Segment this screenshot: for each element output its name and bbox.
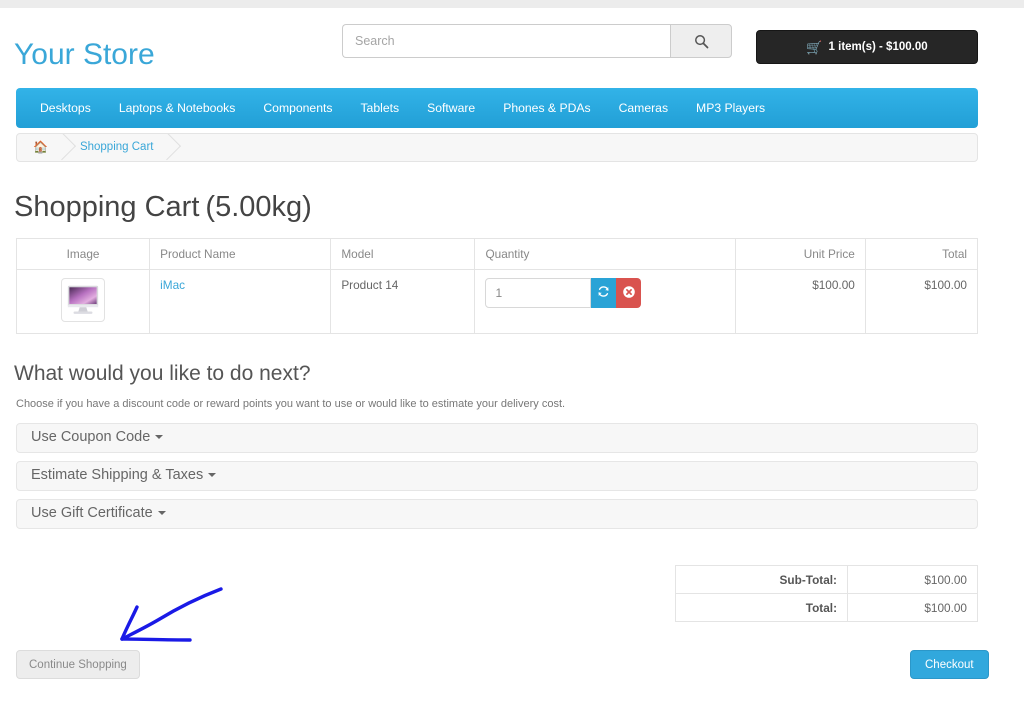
- cart-total-button[interactable]: 🛒 1 item(s) - $100.00: [756, 30, 978, 64]
- panel-text-shipping: Estimate Shipping & Taxes: [31, 467, 204, 483]
- totals-row-total: Total: $100.00: [675, 593, 978, 622]
- site-header: Your Store 🛒 1 item(s) - $100.00: [0, 8, 1024, 78]
- totals-table: Sub-Total: $100.00 Total: $100.00: [675, 565, 978, 622]
- nav-item-cameras[interactable]: Cameras: [605, 88, 682, 128]
- refresh-icon: [597, 285, 610, 301]
- header-unit-price: Unit Price: [734, 238, 866, 270]
- header-image: Image: [15, 238, 151, 270]
- breadcrumb-home[interactable]: 🏠: [17, 134, 64, 161]
- search-button[interactable]: [670, 24, 732, 58]
- next-section-title: What would you like to do next?: [14, 362, 311, 385]
- continue-shopping-button[interactable]: Continue Shopping: [16, 650, 140, 679]
- top-gray-strip: [0, 0, 1024, 8]
- nav-item-laptops[interactable]: Laptops & Notebooks: [105, 88, 250, 128]
- nav-item-desktops[interactable]: Desktops: [26, 88, 105, 128]
- nav-item-phones[interactable]: Phones & PDAs: [489, 88, 604, 128]
- search-input[interactable]: [342, 24, 670, 58]
- subtotal-label: Sub-Total:: [675, 565, 848, 594]
- nav-item-tablets[interactable]: Tablets: [346, 88, 413, 128]
- breadcrumb-shopping-cart[interactable]: Shopping Cart: [64, 134, 170, 161]
- quantity-group: [485, 278, 642, 308]
- cart-icon: 🛒: [806, 39, 823, 55]
- cart-total-label: 1 item(s) - $100.00: [828, 41, 928, 53]
- cell-image: [15, 269, 151, 334]
- header-model: Model: [330, 238, 476, 270]
- product-link-imac[interactable]: iMac: [160, 278, 185, 292]
- page-title: Shopping Cart (5.00kg): [14, 190, 312, 224]
- checkout-button[interactable]: Checkout: [910, 650, 989, 679]
- cell-model: Product 14: [330, 269, 476, 334]
- nav-item-software[interactable]: Software: [413, 88, 489, 128]
- chevron-down-icon: [157, 511, 166, 516]
- subtotal-value: $100.00: [847, 565, 978, 594]
- nav-item-mp3players[interactable]: MP3 Players: [682, 88, 779, 128]
- total-label: Total:: [675, 593, 848, 622]
- remove-item-button[interactable]: [616, 278, 642, 308]
- next-section-subtitle: Choose if you have a discount code or re…: [16, 398, 566, 410]
- imac-thumbnail[interactable]: [61, 278, 106, 322]
- header-quantity: Quantity: [474, 238, 736, 270]
- panel-use-coupon-code[interactable]: Use Coupon Code: [16, 423, 978, 453]
- header-product-name: Product Name: [149, 238, 332, 270]
- chevron-down-icon: [155, 435, 164, 440]
- cell-product-name: iMac: [149, 269, 332, 334]
- nav-item-components[interactable]: Components: [249, 88, 346, 128]
- panel-estimate-shipping-taxes[interactable]: Estimate Shipping & Taxes: [16, 461, 978, 491]
- page-root: Your Store 🛒 1 item(s) - $100.00 Desktop…: [0, 0, 1024, 706]
- panel-use-gift-certificate[interactable]: Use Gift Certificate: [16, 499, 978, 529]
- chevron-down-icon: [208, 473, 217, 478]
- panel-text-coupon: Use Coupon Code: [31, 429, 151, 445]
- panel-label-gift: Use Gift Certificate: [31, 505, 166, 521]
- table-row: iMac Product 14 1 $100.00 $100.00: [15, 269, 979, 334]
- main-navigation: Desktops Laptops & Notebooks Components …: [16, 88, 978, 128]
- total-value: $100.00: [847, 593, 978, 622]
- site-logo[interactable]: Your Store: [14, 38, 155, 72]
- totals-row-subtotal: Sub-Total: $100.00: [675, 565, 978, 594]
- remove-circle-icon: [622, 285, 636, 302]
- panel-label-coupon: Use Coupon Code: [31, 429, 164, 445]
- cell-unit-price: $100.00: [734, 269, 866, 334]
- breadcrumb: 🏠 Shopping Cart: [16, 133, 978, 162]
- panel-text-gift: Use Gift Certificate: [31, 505, 153, 521]
- header-total: Total: [864, 238, 979, 270]
- quantity-input[interactable]: [485, 278, 592, 308]
- cart-table-header-row: Image Product Name Model Quantity Unit P…: [15, 238, 979, 270]
- cell-total: $100.00: [864, 269, 979, 334]
- update-quantity-button[interactable]: [591, 278, 617, 308]
- home-icon: 🏠: [33, 140, 48, 154]
- cart-table: Image Product Name Model Quantity Unit P…: [15, 238, 979, 334]
- search-icon: [694, 34, 709, 49]
- panel-label-shipping: Estimate Shipping & Taxes: [31, 467, 217, 483]
- cell-quantity: [474, 269, 736, 334]
- search-group: [342, 24, 732, 58]
- page-title-weight: (5.00kg): [205, 191, 312, 223]
- page-title-text: Shopping Cart: [14, 191, 200, 223]
